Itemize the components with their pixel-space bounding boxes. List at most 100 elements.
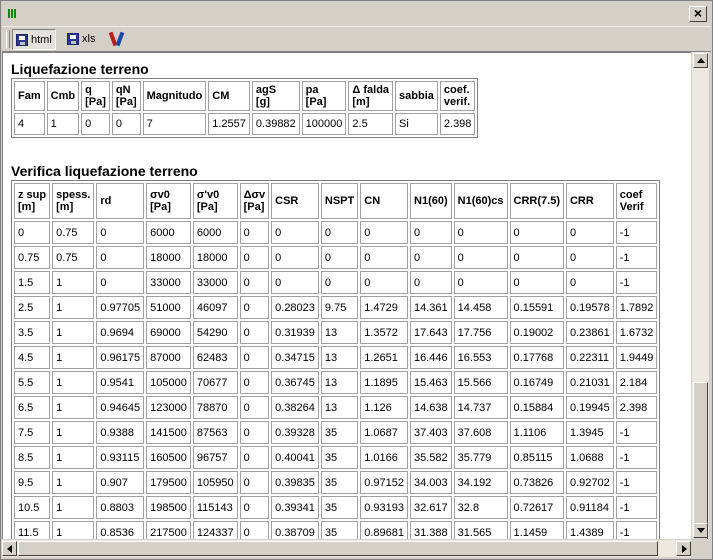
close-button[interactable]: × bbox=[689, 6, 707, 22]
column-header: CN bbox=[360, 183, 409, 219]
table-cell: 70677 bbox=[192, 371, 238, 394]
table-cell: 87000 bbox=[146, 346, 191, 369]
table-cell: 0 bbox=[509, 271, 564, 294]
table-cell: 0 bbox=[565, 246, 614, 269]
table-cell: 0.22311 bbox=[565, 346, 614, 369]
table-cell: 0.85115 bbox=[509, 446, 564, 469]
table-cell: 0 bbox=[96, 246, 145, 269]
table-cell: 0.39328 bbox=[271, 421, 319, 444]
table-cell: 14.361 bbox=[410, 296, 452, 319]
table-cell: 0.89681 bbox=[360, 521, 409, 540]
table-cell: 105950 bbox=[192, 471, 238, 494]
table-cell: 0 bbox=[96, 221, 145, 244]
table-cell: 37.608 bbox=[453, 421, 508, 444]
vertical-scroll-thumb[interactable] bbox=[693, 382, 708, 542]
table-cell: 1.7892 bbox=[615, 296, 658, 319]
table-cell: 46097 bbox=[192, 296, 238, 319]
table-cell: 0 bbox=[239, 521, 270, 540]
table-cell: 2.398 bbox=[439, 113, 476, 135]
table-cell: 6.5 bbox=[14, 396, 51, 419]
table-cell: 5.5 bbox=[14, 371, 51, 394]
column-header: sabbia bbox=[395, 81, 438, 111]
table-cell: 13 bbox=[320, 396, 359, 419]
table-cell: 0 bbox=[81, 113, 110, 135]
table-cell: 16.446 bbox=[410, 346, 452, 369]
tools-button[interactable] bbox=[106, 29, 128, 48]
column-header: Δσv [Pa] bbox=[239, 183, 270, 219]
table-cell: 0.23861 bbox=[565, 321, 614, 344]
column-header: agS [g] bbox=[251, 81, 300, 111]
table-cell: 1.1459 bbox=[509, 521, 564, 540]
horizontal-scroll-thumb[interactable] bbox=[18, 541, 658, 556]
table-cell: 15.463 bbox=[410, 371, 452, 394]
table-cell: 16.553 bbox=[453, 346, 508, 369]
table-cell: 0 bbox=[239, 446, 270, 469]
section-title-verifica: Verifica liquefazione terreno bbox=[11, 163, 198, 179]
table-cell: 0.16749 bbox=[509, 371, 564, 394]
scroll-right-button[interactable] bbox=[676, 541, 691, 556]
table-cell: 33000 bbox=[192, 271, 238, 294]
table-cell: -1 bbox=[615, 521, 658, 540]
column-header: z sup [m] bbox=[14, 183, 51, 219]
table-cell: 1.126 bbox=[360, 396, 409, 419]
table-cell: 33000 bbox=[146, 271, 191, 294]
table-cell: 105000 bbox=[146, 371, 191, 394]
scroll-up-button[interactable] bbox=[693, 53, 708, 68]
table-cell: 2.5 bbox=[348, 113, 394, 135]
table-cell: -1 bbox=[615, 446, 658, 469]
verifica-table: z sup [m] spess. [m] rd σv0 [Pa] σ'v0 [Pa] Δσv [Pa… bbox=[11, 180, 661, 540]
scroll-left-button[interactable] bbox=[2, 541, 17, 556]
table-cell: 14.458 bbox=[453, 296, 508, 319]
table-cell: 0 bbox=[239, 296, 270, 319]
report-content: Liquefazione terreno Fam Cmb q [Pa] qN [Pa] Ma… bbox=[2, 52, 692, 540]
column-header: N1(60)cs bbox=[453, 183, 508, 219]
table-cell: 0 bbox=[271, 271, 319, 294]
table-cell: 8.5 bbox=[14, 446, 51, 469]
vertical-scrollbar[interactable] bbox=[691, 52, 709, 542]
resize-grip[interactable] bbox=[691, 539, 709, 557]
section-title-liquefazione: Liquefazione terreno bbox=[11, 61, 149, 77]
table-cell: 0 bbox=[320, 271, 359, 294]
table-cell: 51000 bbox=[146, 296, 191, 319]
column-header: Cmb bbox=[46, 81, 80, 111]
table-cell: 0.21031 bbox=[565, 371, 614, 394]
scroll-down-button[interactable] bbox=[693, 523, 708, 538]
table-cell: 1 bbox=[52, 396, 95, 419]
table-cell: 2.398 bbox=[615, 396, 658, 419]
table-cell: 0.8536 bbox=[96, 521, 145, 540]
table-cell: 1.0166 bbox=[360, 446, 409, 469]
column-header: CRR bbox=[565, 183, 614, 219]
table-cell: 1.1106 bbox=[509, 421, 564, 444]
column-header: NSPT bbox=[320, 183, 359, 219]
horizontal-scrollbar[interactable] bbox=[2, 539, 691, 557]
table-cell: 100000 bbox=[301, 113, 347, 135]
table-cell: 0.92702 bbox=[565, 471, 614, 494]
column-header: N1(60) bbox=[410, 183, 452, 219]
table-cell: 1.4389 bbox=[565, 521, 614, 540]
export-xls-button[interactable]: xls bbox=[64, 29, 98, 48]
table-cell: 0.75 bbox=[52, 221, 95, 244]
table-cell: 0.93115 bbox=[96, 446, 145, 469]
table-cell: 0.15884 bbox=[509, 396, 564, 419]
table-cell: 31.565 bbox=[453, 521, 508, 540]
table-cell: 0.39341 bbox=[271, 496, 319, 519]
table-row: 5.5 1 0.9541 105000 70677 0 0.36745 13 1.1895 15.… bbox=[14, 371, 658, 394]
table-cell: 0 bbox=[239, 496, 270, 519]
table-cell: 7.5 bbox=[14, 421, 51, 444]
floppy-disk-icon bbox=[67, 32, 79, 45]
export-html-label: html bbox=[31, 33, 52, 46]
table-cell: 0 bbox=[239, 246, 270, 269]
table-cell: 1.3945 bbox=[565, 421, 614, 444]
table-cell: 0 bbox=[509, 246, 564, 269]
table-cell: 11.5 bbox=[14, 521, 51, 540]
column-header: spess. [m] bbox=[52, 183, 95, 219]
table-cell: 35 bbox=[320, 471, 359, 494]
table-cell: 0.97705 bbox=[96, 296, 145, 319]
column-header: CRR(7.5) bbox=[509, 183, 564, 219]
table-cell: 0 bbox=[320, 221, 359, 244]
export-html-button[interactable]: html bbox=[12, 29, 56, 50]
table-cell: 54290 bbox=[192, 321, 238, 344]
table-cell: 0.9388 bbox=[96, 421, 145, 444]
table-cell: 0.36745 bbox=[271, 371, 319, 394]
table-cell: 1.5 bbox=[14, 271, 51, 294]
